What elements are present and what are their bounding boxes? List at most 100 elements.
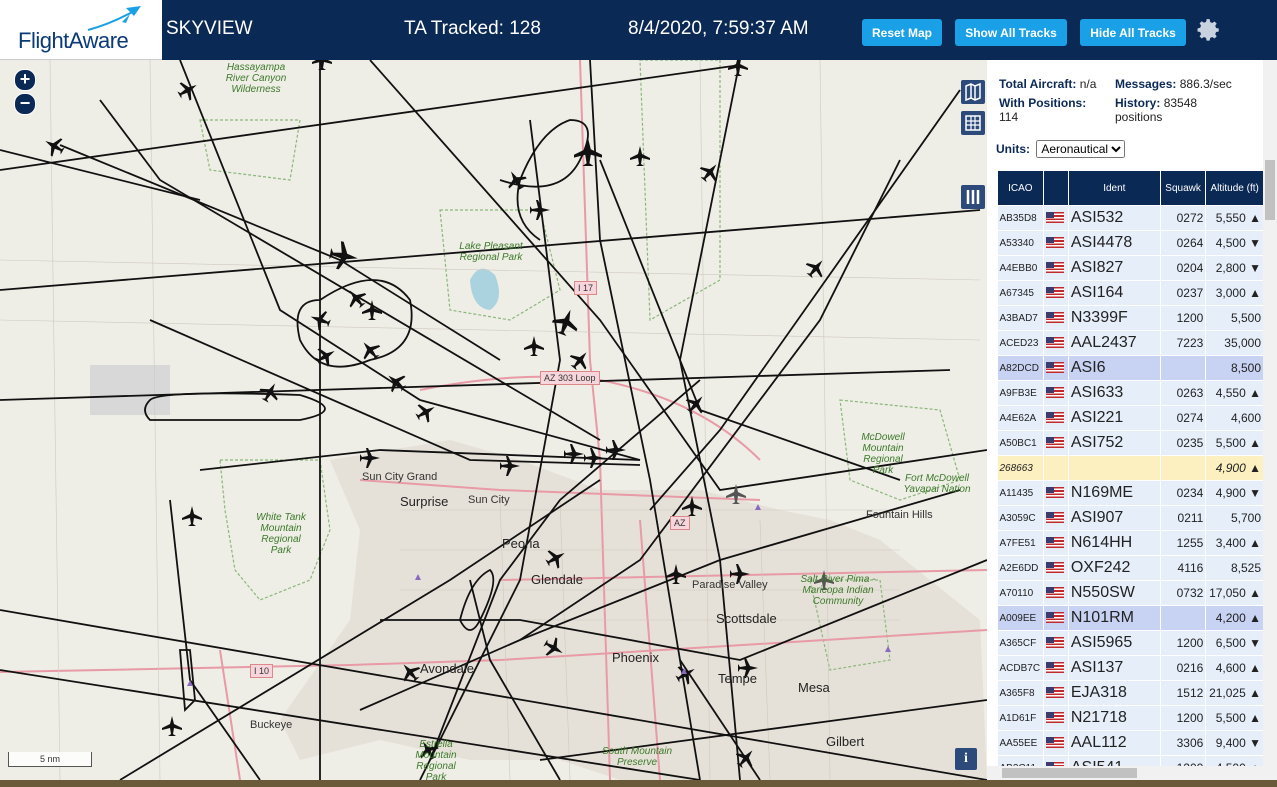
table-row[interactable]: A53340 ASI4478 0264 4,500 ▼ [997, 230, 1264, 256]
zoom-out-button[interactable]: − [14, 93, 36, 115]
table-row[interactable]: ACDB7C ASI137 0216 4,600 ▲ [997, 655, 1264, 681]
squawk-cell: 0732 [1160, 580, 1207, 606]
col-icao[interactable]: ICAO [997, 170, 1044, 206]
show-all-tracks-button[interactable]: Show All Tracks [955, 19, 1067, 46]
table-row[interactable]: A4EBB0 ASI827 0204 2,800 ▼ [997, 255, 1264, 281]
table-row[interactable]: AB35D8 ASI532 0272 5,550 ▲ [997, 205, 1264, 231]
us-flag-icon [1045, 687, 1064, 699]
ident-cell: ASI4478 [1068, 230, 1161, 256]
table-row[interactable]: A67345 ASI164 0237 3,000 ▲ [997, 280, 1264, 306]
ident-cell: ASI532 [1068, 205, 1161, 231]
ident-cell: OXF242 [1068, 555, 1161, 581]
ident-cell: N21718 [1068, 705, 1161, 731]
squawk-cell: 7223 [1160, 330, 1207, 356]
col-ident[interactable]: Ident [1067, 170, 1161, 206]
us-flag-icon [1045, 387, 1064, 399]
label-hassayampa: Hassayampa River Canyon Wilderness [225, 62, 287, 95]
hide-all-tracks-button[interactable]: Hide All Tracks [1080, 19, 1186, 46]
flag-cell [1043, 230, 1069, 256]
icao-cell: A365CF [997, 630, 1044, 656]
ident-cell: ASI752 [1068, 430, 1161, 456]
altitude-cell: 5,550 ▲ [1205, 205, 1264, 231]
table-row[interactable]: 268663 4,900 ▲ [997, 455, 1264, 481]
table-row[interactable]: AA55EE AAL112 3306 9,400 ▼ [997, 730, 1264, 756]
info-icon[interactable]: i [955, 748, 977, 770]
us-flag-icon [1045, 362, 1064, 374]
table-row[interactable]: A82DCD ASI6 8,500 [997, 355, 1264, 381]
label-fort-mcdowell: Fort McDowell Yavapai Nation [903, 473, 971, 495]
squawk-cell: 0272 [1160, 205, 1207, 231]
aircraft-panel: Total Aircraft: n/a Messages: 886.3/sec … [987, 60, 1277, 780]
ident-cell: AAL112 [1068, 730, 1161, 756]
table-row[interactable]: A3BAD7 N3399F 1200 5,500 [997, 305, 1264, 331]
squawk-cell: 0211 [1160, 505, 1207, 531]
table-row[interactable]: A3059C ASI907 0211 5,700 [997, 505, 1264, 531]
squawk-cell: 1200 [1160, 705, 1207, 731]
map-canvas[interactable]: Hassayampa River Canyon Wilderness Lake … [0, 60, 987, 780]
ident-cell: N550SW [1068, 580, 1161, 606]
icao-cell: A70110 [997, 580, 1044, 606]
city-avondale: Avondale [420, 661, 474, 676]
city-glendale: Glendale [531, 572, 584, 587]
icao-cell: A53340 [997, 230, 1044, 256]
table-row[interactable]: A50BC1 ASI752 0235 5,500 ▲ [997, 430, 1264, 456]
col-altitude[interactable]: Altitude (ft) [1205, 170, 1264, 206]
flag-cell [1043, 530, 1069, 556]
city-mesa: Mesa [798, 680, 830, 695]
flag-cell [1043, 305, 1069, 331]
table-row[interactable]: A1D61F N21718 1200 5,500 ▲ [997, 705, 1264, 731]
table-row[interactable]: A2E6DD OXF242 4116 8,525 [997, 555, 1264, 581]
zoom-in-button[interactable]: + [14, 69, 36, 91]
altitude-cell: 4,600 ▲ [1205, 655, 1264, 681]
units-select[interactable]: Aeronautical [1036, 140, 1126, 158]
squawk-cell [1160, 605, 1207, 631]
us-flag-icon [1045, 737, 1064, 749]
us-flag-icon [1045, 237, 1064, 249]
label-mcdowell: McDowell Mountain Regional Park [861, 432, 905, 476]
ident-cell: ASI5965 [1068, 630, 1161, 656]
table-row[interactable]: A4E62A ASI221 0274 4,600 [997, 405, 1264, 431]
table-row[interactable]: A365F8 EJA318 1512 21,025 ▲ [997, 680, 1264, 706]
flightaware-logo[interactable]: FlightAware [0, 0, 162, 60]
squawk-cell: 0235 [1160, 430, 1207, 456]
map-layers-icon[interactable] [961, 80, 985, 104]
gear-icon[interactable] [1196, 17, 1222, 43]
tracked-count: TA Tracked: 128 [404, 18, 541, 39]
table-row[interactable]: A70110 N550SW 0732 17,050 ▲ [997, 580, 1264, 606]
columns-toggle-icon[interactable] [961, 185, 985, 209]
col-flag[interactable] [1042, 170, 1069, 206]
reset-map-button[interactable]: Reset Map [862, 19, 942, 46]
logo-text: FlightAware [18, 28, 129, 53]
col-squawk[interactable]: Squawk [1159, 170, 1207, 206]
altitude-cell: 4,900 ▼ [1205, 480, 1264, 506]
flag-cell [1043, 355, 1069, 381]
vertical-scrollbar[interactable] [1263, 60, 1277, 780]
icao-cell: A365F8 [997, 680, 1044, 706]
altitude-cell: 3,000 ▲ [1205, 280, 1264, 306]
with-positions: With Positions: 114 [999, 96, 1087, 124]
icao-cell: ACDB7C [997, 655, 1044, 681]
table-row[interactable]: A11435 N169ME 0234 4,900 ▼ [997, 480, 1264, 506]
altitude-cell: 4,200 ▲ [1205, 605, 1264, 631]
us-flag-icon [1045, 212, 1064, 224]
ident-cell: N101RM [1068, 605, 1161, 631]
table-row[interactable]: A009EE N101RM 4,200 ▲ [997, 605, 1264, 631]
grid-overlay-icon[interactable] [961, 111, 985, 135]
flag-cell [1043, 580, 1069, 606]
clock: 8/4/2020, 7:59:37 AM [628, 18, 809, 39]
us-flag-icon [1045, 437, 1064, 449]
ident-cell: N3399F [1068, 305, 1161, 331]
highway-az303: AZ 303 Loop [540, 371, 600, 385]
squawk-cell [1160, 455, 1207, 481]
us-flag-icon [1045, 662, 1064, 674]
icao-cell: A2E6DD [997, 555, 1044, 581]
horizontal-scrollbar[interactable] [987, 766, 1263, 780]
table-row[interactable]: A7FE51 N614HH 1255 3,400 ▲ [997, 530, 1264, 556]
altitude-cell: 2,800 ▼ [1205, 255, 1264, 281]
table-row[interactable]: A365CF ASI5965 1200 6,500 ▼ [997, 630, 1264, 656]
table-row[interactable]: ACED23 AAL2437 7223 35,000 [997, 330, 1264, 356]
site-title: SKYVIEW [166, 18, 253, 39]
table-row[interactable]: A9FB3E ASI633 0263 4,550 ▲ [997, 380, 1264, 406]
flag-cell [1043, 730, 1069, 756]
ident-cell: EJA318 [1068, 680, 1161, 706]
